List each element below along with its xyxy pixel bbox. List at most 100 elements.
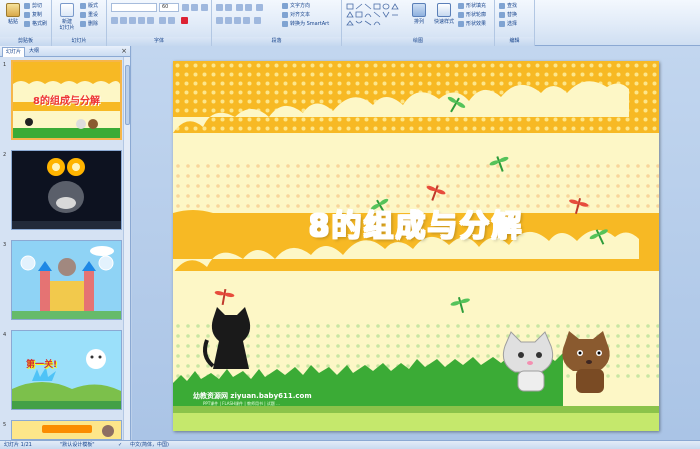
panel-tabs: 幻灯片 大纲 × xyxy=(0,46,130,57)
new-slide-button[interactable]: 新建 幻灯片 xyxy=(55,1,79,35)
format-painter-button[interactable]: 格式刷 xyxy=(24,20,47,28)
thumbnail-3-art xyxy=(12,241,121,319)
slide-number: 2 xyxy=(3,152,7,158)
slide-thumbnail-1[interactable]: 8的组成与分解 xyxy=(11,60,122,140)
slide-number: 1 xyxy=(3,62,7,68)
cut-label: 剪切 xyxy=(32,3,43,9)
slide-thumbnail-5[interactable] xyxy=(11,420,122,440)
paste-icon xyxy=(6,3,20,17)
copy-label: 复制 xyxy=(32,12,43,18)
thumbnail-5-art xyxy=(12,421,121,439)
slide-number: 3 xyxy=(3,242,7,248)
scrollbar-thumb[interactable] xyxy=(125,65,130,125)
slide-thumbnail-3[interactable] xyxy=(11,240,122,320)
align-text-label: 对齐文本 xyxy=(290,12,311,18)
font-color-icon[interactable] xyxy=(181,17,188,24)
thumbnail-4-art xyxy=(12,331,121,409)
reset-button[interactable]: 重设 xyxy=(80,11,98,19)
arrange-button[interactable]: 排列 xyxy=(408,1,430,35)
clipboard-group-label: 剪贴板 xyxy=(0,37,51,46)
slide-thumbnail-4[interactable]: 第一关! xyxy=(11,330,122,410)
font-name-combo[interactable] xyxy=(111,3,157,12)
align-center-icon[interactable] xyxy=(225,17,232,24)
cut-button[interactable]: 剪切 xyxy=(24,2,42,10)
strikethrough-icon[interactable] xyxy=(138,17,145,24)
editing-group-label: 编辑 xyxy=(495,37,534,46)
status-bar: 幻灯片 1/21 "默认设计模板" ✓ 中文(简体，中国) xyxy=(0,440,700,449)
align-right-icon[interactable] xyxy=(234,17,241,24)
tab-slides[interactable]: 幻灯片 xyxy=(2,47,26,57)
shrink-font-icon[interactable] xyxy=(191,4,198,11)
shape-outline-label: 形状轮廓 xyxy=(466,12,487,18)
italic-icon[interactable] xyxy=(120,17,127,24)
drawing-group-label: 绘图 xyxy=(342,37,494,46)
slide-number: 4 xyxy=(3,332,7,338)
convert-smartart-button[interactable]: 转换为 SmartArt xyxy=(282,20,329,28)
quick-styles-icon xyxy=(437,3,451,17)
ribbon: 粘贴 剪切 复制 格式刷 剪贴板 新建 幻灯片 版式 重设 删除 幻灯片 60 … xyxy=(0,0,700,46)
thumbnail-scrollbar[interactable] xyxy=(123,57,130,440)
paste-button[interactable]: 粘贴 xyxy=(2,1,24,35)
clipboard-group: 粘贴 剪切 复制 格式刷 剪贴板 xyxy=(0,0,52,46)
quick-styles-label: 快速样式 xyxy=(433,19,454,25)
change-case-icon[interactable] xyxy=(168,17,175,24)
arrange-icon xyxy=(412,3,426,17)
line-spacing-icon[interactable] xyxy=(256,4,263,11)
paste-label: 粘贴 xyxy=(7,19,18,25)
columns-icon[interactable] xyxy=(254,17,261,24)
slides-group: 新建 幻灯片 版式 重设 删除 幻灯片 xyxy=(52,0,107,46)
arrange-label: 排列 xyxy=(413,19,424,25)
shapes-gallery[interactable] xyxy=(346,3,406,33)
font-size-combo[interactable]: 60 xyxy=(159,3,179,12)
quick-styles-button[interactable]: 快速样式 xyxy=(430,1,458,35)
shape-outline-button[interactable]: 形状轮廓 xyxy=(458,11,486,19)
numbering-icon[interactable] xyxy=(225,4,232,11)
slide-title-text: 8的组成与分解 xyxy=(308,209,524,244)
text-direction-button[interactable]: 文字方向 xyxy=(282,2,310,10)
slide-watermark: 幼教资源网 ziyuan.baby611.com xyxy=(193,392,312,400)
find-button[interactable]: 查找 xyxy=(499,2,517,10)
new-slide-icon xyxy=(60,3,74,17)
slides-group-label: 幻灯片 xyxy=(52,37,106,46)
slide-number: 5 xyxy=(3,422,7,428)
find-label: 查找 xyxy=(507,3,518,9)
font-group-label: 字体 xyxy=(107,37,211,46)
bold-icon[interactable] xyxy=(111,17,118,24)
spellcheck-icon[interactable]: ✓ xyxy=(118,441,122,449)
slide-thumbnail-2[interactable] xyxy=(11,150,122,230)
drawing-group: 排列 快速样式 形状填充 形状轮廓 形状效果 绘图 xyxy=(342,0,495,46)
shape-effects-button[interactable]: 形状效果 xyxy=(458,20,486,28)
grow-font-icon[interactable] xyxy=(182,4,189,11)
slide-canvas-area: 8的组成与分解 幼教资源网 ziyuan.baby611.com PPT课件 |… xyxy=(132,46,700,440)
shadow-icon[interactable] xyxy=(147,17,154,24)
paragraph-group-label: 段落 xyxy=(212,37,341,46)
delete-button[interactable]: 删除 xyxy=(80,20,98,28)
increase-indent-icon[interactable] xyxy=(245,4,252,11)
theme-name: "默认设计模板" xyxy=(60,442,95,448)
language[interactable]: 中文(简体，中国) xyxy=(130,441,169,449)
tab-outline[interactable]: 大纲 xyxy=(26,47,42,57)
decrease-indent-icon[interactable] xyxy=(236,4,243,11)
char-spacing-icon[interactable] xyxy=(159,17,166,24)
current-slide[interactable]: 8的组成与分解 幼教资源网 ziyuan.baby611.com PPT课件 |… xyxy=(173,61,659,431)
justify-icon[interactable] xyxy=(243,17,250,24)
slides-panel: 幻灯片 大纲 × 1 8的组成与分解 2 3 4 第一关! 5 xyxy=(0,46,131,440)
editing-group: 查找 替换 选择 编辑 xyxy=(495,0,535,46)
slide-title[interactable]: 8的组成与分解 xyxy=(173,201,659,245)
thumbnail-1-title: 8的组成与分解 xyxy=(33,96,100,107)
slide-watermark-sub: PPT课件 | FLASH课件 | 教师用书 | 试题 ... xyxy=(203,401,280,406)
shape-fill-button[interactable]: 形状填充 xyxy=(458,2,486,10)
clear-format-icon[interactable] xyxy=(201,4,208,11)
format-painter-label: 格式刷 xyxy=(32,21,48,27)
align-left-icon[interactable] xyxy=(216,17,223,24)
replace-button[interactable]: 替换 xyxy=(499,11,517,19)
align-text-button[interactable]: 对齐文本 xyxy=(282,11,310,19)
select-button[interactable]: 选择 xyxy=(499,20,517,28)
copy-button[interactable]: 复制 xyxy=(24,11,42,19)
underline-icon[interactable] xyxy=(129,17,136,24)
close-panel-icon[interactable]: × xyxy=(121,47,127,55)
bullets-icon[interactable] xyxy=(216,4,223,11)
select-label: 选择 xyxy=(507,21,518,27)
layout-button[interactable]: 版式 xyxy=(80,2,98,10)
layout-label: 版式 xyxy=(88,3,99,9)
